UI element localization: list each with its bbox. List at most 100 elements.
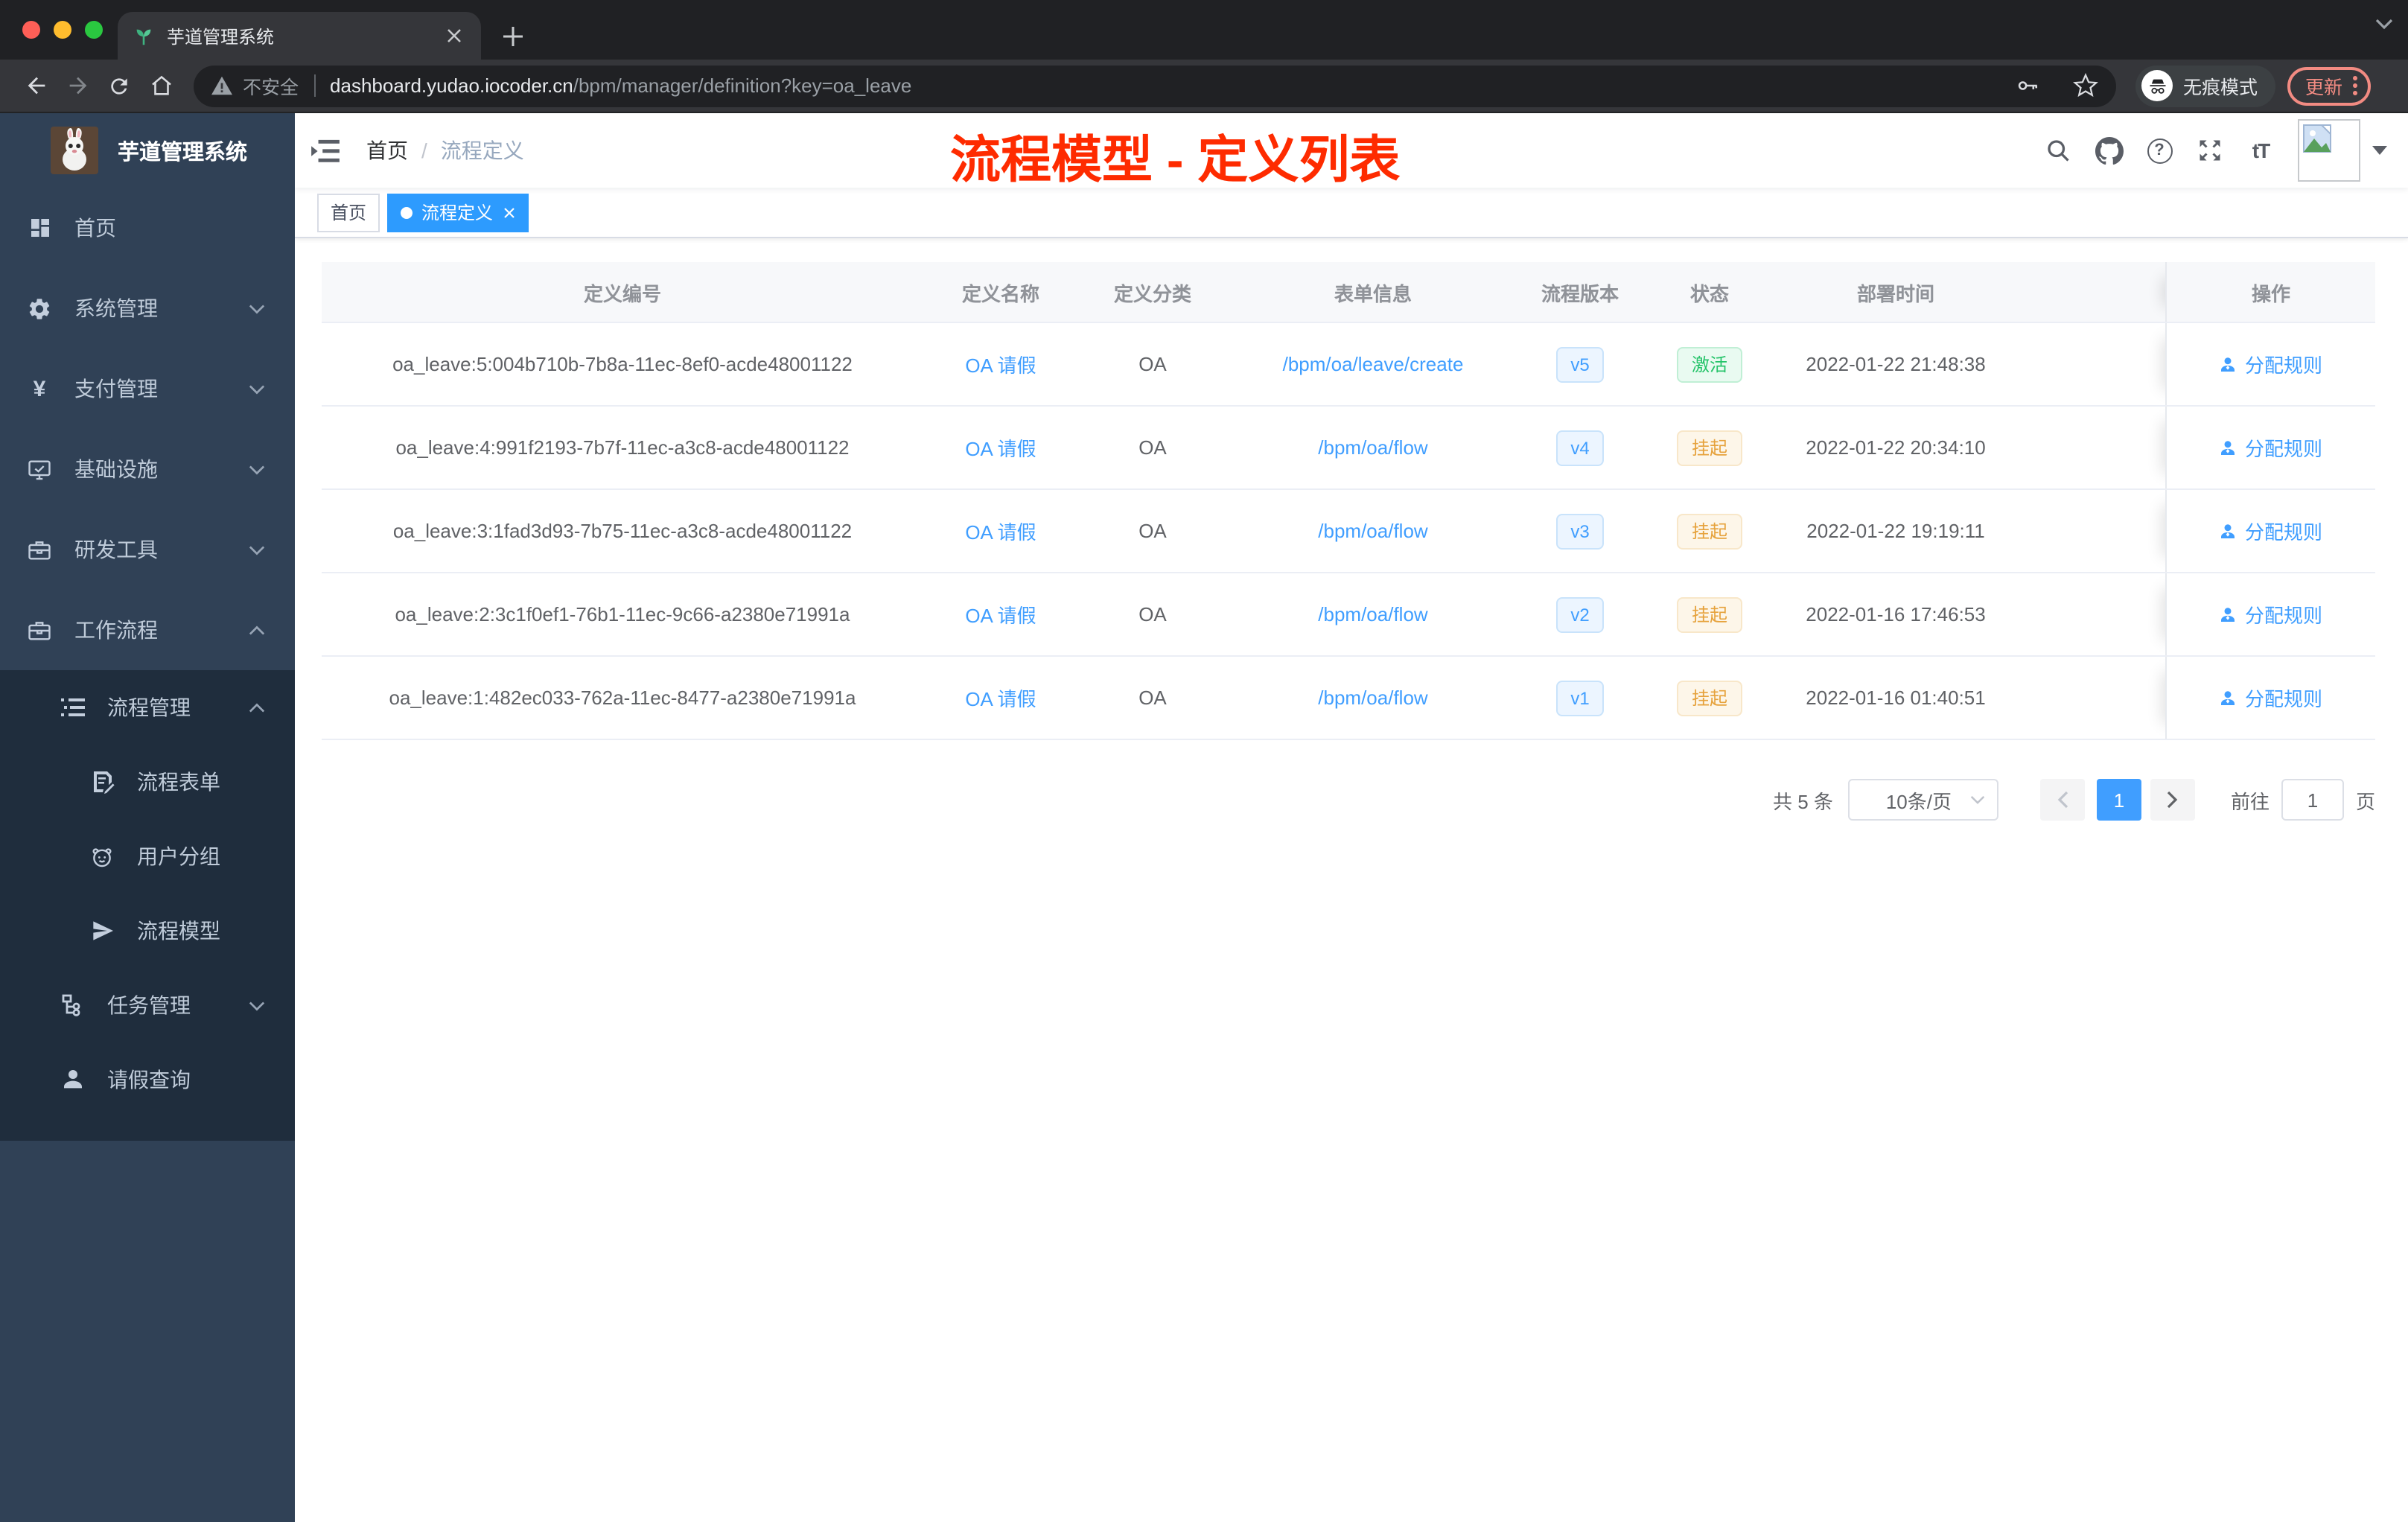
sidebar-item-home[interactable]: 首页	[0, 188, 295, 268]
window-zoom-button[interactable]	[85, 21, 103, 39]
avatar[interactable]	[2298, 119, 2360, 182]
status-badge: 挂起	[1676, 596, 1742, 632]
new-tab-button[interactable]	[494, 18, 530, 54]
row-filler	[2013, 573, 2165, 655]
sidebar-item-process-model[interactable]: 流程模型	[0, 894, 295, 968]
sidebar: 芋道管理系统 首页 系统管理 ¥ 支付管理 基础设施 研发工具 工作流程 流程管…	[0, 113, 295, 1522]
process-version-badge[interactable]: v4	[1555, 430, 1605, 465]
definition-name-link[interactable]: OA 请假	[965, 517, 1036, 545]
browser-tab[interactable]: 芋道管理系统	[118, 12, 481, 60]
screen: 芋道管理系统 不安全 dashboard.yudao.iocoder.cn /b…	[0, 0, 2408, 1522]
table-header-row: 定义编号 定义名称 定义分类 表单信息 流程版本 状态 部署时间 操作	[322, 262, 2375, 323]
fullscreen-icon[interactable]	[2185, 125, 2235, 176]
sidebar-item-user-group[interactable]: 用户分组	[0, 819, 295, 894]
definition-name-link[interactable]: OA 请假	[965, 433, 1036, 462]
font-size-icon[interactable]: tT	[2235, 125, 2286, 176]
sidebar-item-leave-query[interactable]: 请假查询	[0, 1042, 295, 1117]
password-key-icon[interactable]	[2015, 73, 2040, 98]
definition-name-link[interactable]: OA 请假	[965, 350, 1036, 378]
form-info-link[interactable]: /bpm/oa/leave/create	[1283, 353, 1464, 375]
assign-rule-link[interactable]: 分配规则	[2220, 684, 2322, 712]
back-icon[interactable]	[15, 65, 57, 106]
form-icon	[89, 769, 115, 795]
form-info-link[interactable]: /bpm/oa/flow	[1318, 687, 1427, 709]
goto-page-input[interactable]	[2281, 779, 2344, 821]
breadcrumb: 首页 / 流程定义	[366, 136, 524, 165]
process-version-badge[interactable]: v3	[1555, 513, 1605, 549]
chevron-up-icon	[249, 702, 265, 713]
security-warning-icon[interactable]	[211, 76, 232, 95]
form-info-link[interactable]: /bpm/oa/flow	[1318, 436, 1427, 459]
sidebar-item-dev-tools[interactable]: 研发工具	[0, 509, 295, 590]
breadcrumb-home[interactable]: 首页	[366, 136, 408, 165]
goto-label: 前往	[2230, 790, 2270, 812]
process-version-badge[interactable]: v1	[1555, 680, 1605, 716]
toolbox-icon	[27, 537, 52, 562]
tab-close-icon[interactable]	[442, 24, 466, 48]
definition-id: oa_leave:3:1fad3d93-7b75-11ec-a3c8-acde4…	[392, 520, 853, 542]
github-icon[interactable]	[2083, 125, 2134, 176]
definition-id: oa_leave:1:482ec033-762a-11ec-8477-a2380…	[389, 687, 856, 709]
process-version-badge[interactable]: v2	[1555, 596, 1605, 632]
url-domain[interactable]: dashboard.yudao.iocoder.cn	[330, 74, 573, 97]
tag-home[interactable]: 首页	[317, 193, 380, 232]
avatar-caret-down-icon[interactable]	[2372, 146, 2387, 155]
browser-update-button[interactable]: 更新	[2287, 66, 2372, 105]
sidebar-item-system[interactable]: 系统管理	[0, 268, 295, 348]
definition-category: OA	[1138, 603, 1167, 625]
form-info-link[interactable]: /bpm/oa/flow	[1318, 603, 1427, 625]
page-size-select[interactable]: 10条/页	[1847, 779, 1998, 821]
sidebar-logo[interactable]: 芋道管理系统	[0, 113, 295, 188]
chevron-up-icon	[249, 625, 265, 635]
column-header: 定义名称	[961, 282, 1039, 305]
security-label[interactable]: 不安全	[243, 71, 299, 100]
bookmark-star-icon[interactable]	[2073, 73, 2098, 98]
url-path[interactable]: /bpm/manager/definition?key=oa_leave	[573, 74, 912, 97]
user-icon	[2221, 523, 2235, 538]
sidebar-item-process-form[interactable]: 流程表单	[0, 745, 295, 819]
row-filler	[2013, 657, 2165, 739]
next-page-button[interactable]	[2150, 779, 2195, 821]
definition-category: OA	[1138, 353, 1167, 375]
window-close-button[interactable]	[22, 21, 40, 39]
column-header: 操作	[2165, 262, 2375, 322]
home-icon[interactable]	[140, 65, 182, 106]
chevron-left-icon	[2057, 791, 2068, 809]
monitor-icon	[27, 456, 52, 482]
chevron-down-icon	[249, 464, 265, 474]
tag-process-definition[interactable]: 流程定义	[387, 193, 529, 232]
briefcase-icon	[27, 617, 52, 643]
chevron-right-icon	[2167, 791, 2178, 809]
definition-id: oa_leave:2:3c1f0ef1-76b1-11ec-9c66-a2380…	[395, 603, 850, 625]
prev-page-button[interactable]	[2039, 779, 2085, 821]
select-caret-icon	[1970, 795, 1985, 804]
page-number-button[interactable]: 1	[2096, 779, 2141, 821]
help-icon[interactable]: ?	[2134, 125, 2185, 176]
sidebar-item-payment[interactable]: ¥ 支付管理	[0, 348, 295, 429]
sidebar-item-process-management[interactable]: 流程管理	[0, 670, 295, 745]
process-version-badge[interactable]: v5	[1555, 346, 1605, 382]
reload-icon[interactable]	[98, 65, 140, 106]
tab-search-chevron-icon[interactable]	[2375, 18, 2393, 30]
assign-rule-link[interactable]: 分配规则	[2220, 517, 2322, 545]
active-tag-dot	[401, 206, 413, 218]
sidebar-item-workflow[interactable]: 工作流程	[0, 590, 295, 670]
definition-name-link[interactable]: OA 请假	[965, 684, 1036, 712]
sidebar-toggle-hamburger-icon[interactable]	[298, 124, 351, 177]
tag-close-icon[interactable]	[503, 206, 515, 218]
browser-menu-kebab-icon[interactable]	[2353, 76, 2358, 95]
sidebar-item-infrastructure[interactable]: 基础设施	[0, 429, 295, 509]
window-minimize-button[interactable]	[54, 21, 71, 39]
logo-rabbit-avatar	[51, 127, 98, 174]
sidebar-item-task-management[interactable]: 任务管理	[0, 968, 295, 1042]
assign-rule-link[interactable]: 分配规则	[2220, 350, 2322, 378]
assign-rule-link[interactable]: 分配规则	[2220, 600, 2322, 628]
assign-rule-link[interactable]: 分配规则	[2220, 433, 2322, 462]
definition-name-link[interactable]: OA 请假	[965, 600, 1036, 628]
form-info-link[interactable]: /bpm/oa/flow	[1318, 520, 1427, 542]
address-bar[interactable]: 不安全 dashboard.yudao.iocoder.cn/bpm/manag…	[194, 65, 2116, 106]
annotation-overlay: 流程模型 - 定义列表	[950, 133, 1401, 189]
pagination-bar: 共 5 条 10条/页 1 前往 页	[322, 779, 2375, 821]
forward-icon[interactable]	[57, 65, 98, 106]
search-icon[interactable]	[2033, 125, 2083, 176]
